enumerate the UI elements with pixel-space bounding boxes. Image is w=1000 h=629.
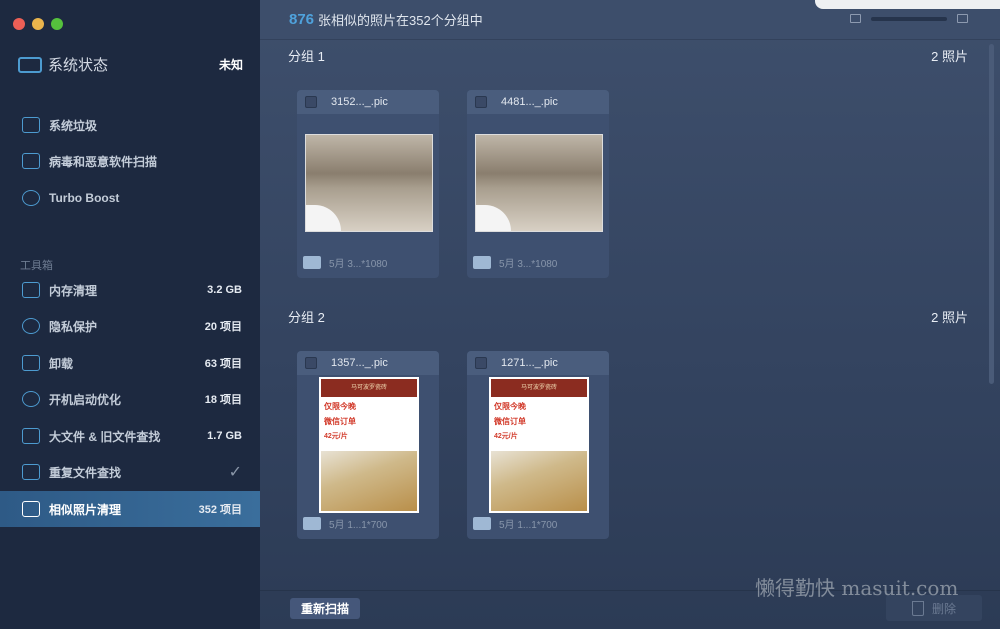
group-title: 分组 2 xyxy=(288,310,325,325)
photo-thumbnail[interactable] xyxy=(305,134,433,232)
results-summary: 张相似的照片在352个分组中 xyxy=(318,13,483,28)
file-name: 1271..._.pic xyxy=(501,357,558,369)
group-header: 分组 2 2 照片 xyxy=(288,307,968,326)
select-checkbox[interactable] xyxy=(305,96,317,108)
value: 1.7 GB xyxy=(207,430,242,442)
poster-price: 42元/片 xyxy=(494,433,518,440)
file-name: 1357..._.pic xyxy=(331,357,388,369)
label: 大文件 & 旧文件查找 xyxy=(49,429,161,444)
shield-icon xyxy=(22,318,40,334)
watermark: 懒得勤快 masuit.com xyxy=(755,576,959,600)
trash-icon xyxy=(22,355,40,371)
photo-count: 876 xyxy=(289,11,315,28)
photo-thumbnail[interactable] xyxy=(475,134,603,232)
poster-brand: 马可波罗瓷砖 xyxy=(491,379,587,397)
photo-card[interactable]: 1357..._.pic 马可波罗瓷砖仅限今晚微信订单 42元/片 5月 1...… xyxy=(297,351,439,539)
rescan-button[interactable]: 重新扫描 xyxy=(290,598,360,619)
sidebar-item-memory[interactable]: 内存清理 3.2 GB xyxy=(0,272,260,308)
folder-icon[interactable] xyxy=(303,256,321,269)
label: 卸载 xyxy=(49,356,74,371)
sidebar-item-startup[interactable]: 开机启动优化 18 项目 xyxy=(0,381,260,417)
label: 病毒和恶意软件扫描 xyxy=(49,154,158,169)
file-meta: 5月 1...1*700 xyxy=(329,520,388,531)
group-count: 2 照片 xyxy=(931,310,968,325)
photo-thumbnail[interactable]: 马可波罗瓷砖仅限今晚微信订单 42元/片 xyxy=(489,377,589,513)
sidebar-item-malware-scan[interactable]: 病毒和恶意软件扫描 xyxy=(0,143,260,179)
label: 开机启动优化 xyxy=(49,392,122,407)
label: 相似照片清理 xyxy=(49,502,122,517)
large-thumbnail-icon xyxy=(957,14,968,23)
system-status[interactable]: 系统状态 未知 xyxy=(18,54,243,75)
sidebar-item-large-files[interactable]: 大文件 & 旧文件查找 1.7 GB xyxy=(0,418,260,454)
close-button[interactable] xyxy=(13,18,25,30)
checkmark-icon: ✓ xyxy=(228,464,242,481)
poster-text: 仅限今晚 xyxy=(324,402,356,411)
poster-text: 仅限今晚 xyxy=(494,402,526,411)
label: 重复文件查找 xyxy=(49,465,122,480)
sidebar: 系统状态 未知 系统垃圾 病毒和恶意软件扫描 Turbo Boost 工具箱 内… xyxy=(0,0,260,629)
value: 352 项目 xyxy=(198,504,242,516)
folder-icon[interactable] xyxy=(473,517,491,530)
stack-icon xyxy=(22,428,40,444)
poster-text: 微信订单 xyxy=(494,417,526,426)
photo-card[interactable]: 1271..._.pic 马可波罗瓷砖仅限今晚微信订单 42元/片 5月 1...… xyxy=(467,351,609,539)
value: 20 项目 xyxy=(204,321,242,333)
photo-icon xyxy=(22,501,40,517)
file-name: 4481..._.pic xyxy=(501,96,558,108)
value: 3.2 GB xyxy=(207,284,242,296)
system-status-label: 系统状态 xyxy=(48,57,109,74)
select-checkbox[interactable] xyxy=(475,96,487,108)
group-count: 2 照片 xyxy=(931,49,968,64)
folder-icon[interactable] xyxy=(303,517,321,530)
poster-price: 42元/片 xyxy=(324,433,348,440)
slider-track[interactable] xyxy=(871,16,947,21)
system-status-value: 未知 xyxy=(218,58,243,72)
thumbnail-size-slider[interactable] xyxy=(850,14,968,23)
file-meta: 5月 3...*1080 xyxy=(329,259,388,270)
window-controls xyxy=(13,18,63,30)
photo-card[interactable]: 4481..._.pic 5月 3...*1080 xyxy=(467,90,609,278)
file-meta: 5月 3...*1080 xyxy=(499,259,558,270)
delete-label: 删除 xyxy=(931,601,956,616)
toolbox-heading: 工具箱 xyxy=(20,260,53,272)
zoom-button[interactable] xyxy=(51,18,63,30)
value: 18 项目 xyxy=(204,394,242,406)
scrollbar[interactable] xyxy=(989,44,994,384)
poster-text: 微信订单 xyxy=(324,417,356,426)
sidebar-item-uninstall[interactable]: 卸载 63 项目 xyxy=(0,345,260,381)
file-meta: 5月 1...1*700 xyxy=(499,520,558,531)
system-status-icon xyxy=(18,56,42,73)
gauge-icon xyxy=(22,190,40,206)
memory-icon xyxy=(22,282,40,298)
main-panel: 876 张相似的照片在352个分组中 分组 1 2 照片 3152..._.pic… xyxy=(260,0,1000,629)
sidebar-item-system-junk[interactable]: 系统垃圾 xyxy=(0,107,260,143)
minimize-button[interactable] xyxy=(32,18,44,30)
sidebar-item-duplicates[interactable]: 重复文件查找 ✓ xyxy=(0,454,260,490)
group-header: 分组 1 2 照片 xyxy=(288,46,968,65)
value: 63 项目 xyxy=(204,358,242,370)
label: 隐私保护 xyxy=(49,319,98,334)
file-name: 3152..._.pic xyxy=(331,96,388,108)
group-title: 分组 1 xyxy=(288,49,325,64)
monitor-icon xyxy=(22,117,40,133)
trash-icon xyxy=(911,600,924,616)
label: 内存清理 xyxy=(49,283,98,298)
photo-thumbnail[interactable]: 马可波罗瓷砖仅限今晚微信订单 42元/片 xyxy=(319,377,419,513)
laptop-icon xyxy=(22,153,40,169)
small-thumbnail-icon xyxy=(850,14,861,23)
label: 系统垃圾 xyxy=(49,118,98,133)
label: Turbo Boost xyxy=(49,191,120,205)
select-checkbox[interactable] xyxy=(475,357,487,369)
sidebar-item-similar-photos[interactable]: 相似照片清理 352 项目 xyxy=(0,491,260,527)
sidebar-item-turbo-boost[interactable]: Turbo Boost xyxy=(0,180,260,216)
folder-icon xyxy=(22,464,40,480)
power-icon xyxy=(22,391,40,407)
folder-icon[interactable] xyxy=(473,256,491,269)
popover-edge xyxy=(815,0,1000,9)
poster-brand: 马可波罗瓷砖 xyxy=(321,379,417,397)
sidebar-item-privacy[interactable]: 隐私保护 20 项目 xyxy=(0,308,260,344)
select-checkbox[interactable] xyxy=(305,357,317,369)
photo-card[interactable]: 3152..._.pic 5月 3...*1080 xyxy=(297,90,439,278)
